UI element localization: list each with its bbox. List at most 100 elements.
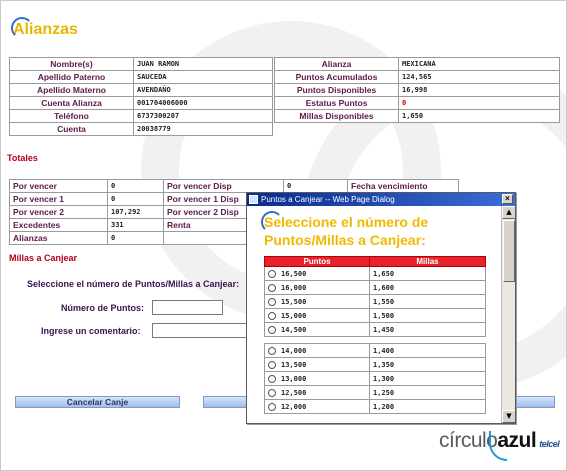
points-dialog: Puntos a Canjear -- Web Page Dialog × Se… bbox=[246, 192, 516, 424]
radio-button[interactable] bbox=[268, 388, 276, 397]
comment-input[interactable] bbox=[152, 323, 252, 338]
field-label: Puntos Disponibles bbox=[274, 83, 399, 97]
col-header-millas: Millas bbox=[369, 256, 486, 267]
field-label: Teléfono bbox=[9, 109, 134, 123]
miles-value: 1,400 bbox=[369, 343, 486, 358]
miles-value: 1,550 bbox=[369, 294, 486, 309]
totales-label: Por vencer Disp bbox=[163, 179, 284, 193]
miles-value: 1,350 bbox=[369, 357, 486, 372]
radio-button[interactable] bbox=[268, 311, 276, 320]
totales-label: Alianzas bbox=[9, 231, 108, 245]
miles-value: 1,500 bbox=[369, 308, 486, 323]
totales-label: Por vencer 2 bbox=[9, 205, 108, 219]
points-value: 15,000 bbox=[281, 311, 307, 320]
points-option-row[interactable]: 16,000 1,600 bbox=[264, 280, 486, 295]
client-info-table: Nombre(s) JUAN RAMON Apellido Paterno SAUCE… bbox=[9, 57, 273, 136]
points-cell: 14,000 bbox=[264, 343, 370, 358]
points-cell: 14,500 bbox=[264, 322, 370, 337]
field-label: Apellido Paterno bbox=[9, 70, 134, 84]
points-option-row[interactable]: 14,000 1,400 bbox=[264, 343, 486, 358]
points-cell: 13,000 bbox=[264, 371, 370, 386]
points-option-row[interactable]: 13,500 1,350 bbox=[264, 357, 486, 372]
totales-value: 331 bbox=[107, 218, 164, 232]
table-row: Millas Disponibles 1,650 bbox=[274, 109, 560, 123]
points-summary-table: Alianza MEXICANA Puntos Acumulados 124,565 P… bbox=[274, 57, 560, 123]
comment-label: Ingrese un comentario: bbox=[41, 326, 141, 336]
miles-value: 1,450 bbox=[369, 322, 486, 337]
points-value: 14,500 bbox=[281, 325, 307, 334]
scroll-thumb[interactable] bbox=[503, 220, 515, 282]
dialog-body: Seleccione el número de Puntos/Millas a … bbox=[247, 206, 501, 423]
millas-title: Millas a Canjear bbox=[9, 253, 78, 263]
points-label: Número de Puntos: bbox=[61, 303, 145, 313]
field-value: 124,565 bbox=[398, 70, 560, 84]
field-value: 6737300207 bbox=[133, 109, 273, 123]
circulo-azul-logo: círculoazul telcel bbox=[439, 429, 560, 461]
field-value: JUAN RAMON bbox=[133, 57, 273, 71]
millas-prompt: Seleccione el número de Puntos/Millas a … bbox=[27, 279, 240, 289]
col-header-puntos: Puntos bbox=[264, 256, 370, 267]
radio-button[interactable] bbox=[268, 360, 276, 369]
points-value: 16,500 bbox=[281, 269, 307, 278]
points-option-row[interactable]: 12,500 1,250 bbox=[264, 385, 486, 400]
totales-label: Excedentes bbox=[9, 218, 108, 232]
points-table-1: Puntos Millas 16,500 1,650 16,000 1,600 15,5… bbox=[264, 256, 486, 337]
miles-value: 1,300 bbox=[369, 371, 486, 386]
field-label: Cuenta bbox=[9, 122, 134, 136]
radio-button[interactable] bbox=[268, 325, 276, 334]
totales-value: 107,292 bbox=[107, 205, 164, 219]
scroll-down-icon[interactable]: ▼ bbox=[502, 410, 515, 423]
field-label: Apellido Materno bbox=[9, 83, 134, 97]
table-row: Teléfono 6737300207 bbox=[9, 109, 273, 123]
scroll-up-icon[interactable]: ▲ bbox=[502, 206, 515, 219]
close-icon[interactable]: × bbox=[502, 194, 513, 204]
dialog-window-icon bbox=[249, 195, 258, 204]
table-row: Nombre(s) JUAN RAMON bbox=[9, 57, 273, 71]
points-value: 13,000 bbox=[281, 374, 307, 383]
field-label: Nombre(s) bbox=[9, 57, 134, 71]
points-value: 12,000 bbox=[281, 402, 307, 411]
field-value: 1,650 bbox=[398, 109, 560, 123]
radio-button[interactable] bbox=[268, 269, 276, 278]
table-row: Cuenta Alianza 001704006000 bbox=[9, 96, 273, 110]
points-cell: 15,500 bbox=[264, 294, 370, 309]
points-value: 15,500 bbox=[281, 297, 307, 306]
hidden-action-button-right[interactable] bbox=[515, 396, 555, 408]
totales-value: 0 bbox=[283, 179, 348, 193]
radio-button[interactable] bbox=[268, 346, 276, 355]
radio-button[interactable] bbox=[268, 374, 276, 383]
miles-value: 1,200 bbox=[369, 399, 486, 414]
totales-value: 0 bbox=[107, 231, 164, 245]
points-option-row[interactable]: 13,000 1,300 bbox=[264, 371, 486, 386]
field-value: AVENDAÑO bbox=[133, 83, 273, 97]
table-row: Por vencer 0 Por vencer Disp 0 Fecha vencimi… bbox=[9, 179, 459, 193]
points-value: 12,500 bbox=[281, 388, 307, 397]
swirl-logo-icon bbox=[11, 17, 33, 39]
table-row: Cuenta 20038779 bbox=[9, 122, 273, 136]
field-label: Alianza bbox=[274, 57, 399, 71]
points-cell: 12,000 bbox=[264, 399, 370, 414]
points-option-row[interactable]: 12,000 1,200 bbox=[264, 399, 486, 414]
points-option-row[interactable]: 15,500 1,550 bbox=[264, 294, 486, 309]
radio-button[interactable] bbox=[268, 283, 276, 292]
field-value: 16,998 bbox=[398, 83, 560, 97]
table-row: Puntos Disponibles 16,998 bbox=[274, 83, 560, 97]
points-option-row[interactable]: 15,000 1,500 bbox=[264, 308, 486, 323]
dialog-heading: Seleccione el número de Puntos/Millas a … bbox=[261, 211, 494, 249]
logo-arc-icon bbox=[489, 431, 507, 461]
points-option-row[interactable]: 16,500 1,650 bbox=[264, 266, 486, 281]
radio-button[interactable] bbox=[268, 402, 276, 411]
points-cell: 16,000 bbox=[264, 280, 370, 295]
page-title: Alianzas bbox=[11, 17, 78, 39]
radio-button[interactable] bbox=[268, 297, 276, 306]
field-value: 20038779 bbox=[133, 122, 273, 136]
points-option-row[interactable]: 14,500 1,450 bbox=[264, 322, 486, 337]
totales-value: 0 bbox=[107, 179, 164, 193]
swirl-logo-icon bbox=[261, 211, 283, 233]
points-value: 14,000 bbox=[281, 346, 307, 355]
totales-value: 0 bbox=[107, 192, 164, 206]
dialog-titlebar[interactable]: Puntos a Canjear -- Web Page Dialog × bbox=[247, 193, 515, 206]
dialog-scrollbar[interactable]: ▲ ▼ bbox=[501, 206, 515, 423]
points-input[interactable] bbox=[152, 300, 223, 315]
cancel-exchange-button[interactable]: Cancelar Canje bbox=[15, 396, 180, 408]
